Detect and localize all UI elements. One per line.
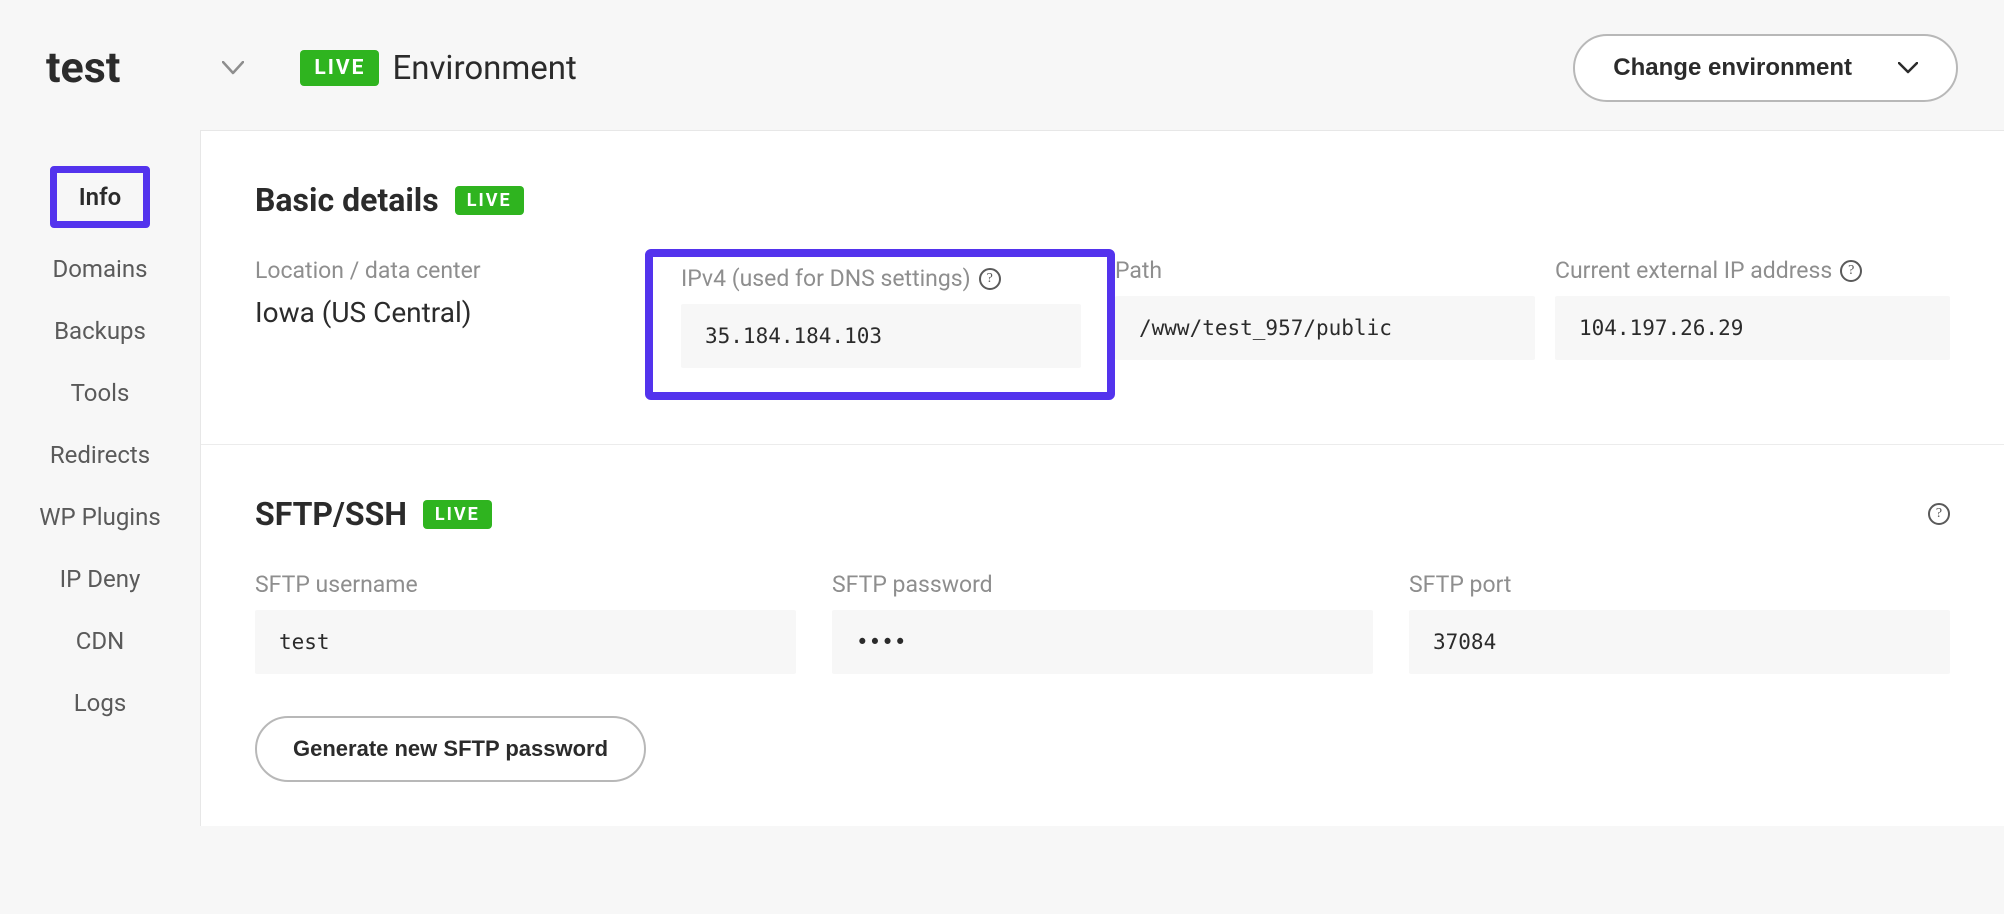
external-ip-value[interactable]: 104.197.26.29 [1555, 296, 1950, 360]
sftp-title: SFTP/SSH [255, 495, 407, 533]
sftp-password-label: SFTP password [832, 571, 1373, 598]
change-environment-label: Change environment [1613, 54, 1852, 82]
location-cell: Location / data center Iowa (US Central) [255, 257, 645, 329]
environment-title: Environment [392, 49, 576, 88]
path-label: Path [1115, 257, 1555, 284]
path-cell: Path /www/test_957/public [1115, 257, 1555, 360]
sftp-port-cell: SFTP port 37084 [1409, 571, 1950, 674]
sftp-password-cell: SFTP password •••• [832, 571, 1373, 674]
location-value: Iowa (US Central) [255, 296, 645, 329]
site-name: test [46, 43, 120, 93]
sidebar-item-backups[interactable]: Backups [20, 302, 180, 360]
external-ip-cell: Current external IP address ? 104.197.26… [1555, 257, 1950, 360]
external-ip-help-icon[interactable]: ? [1840, 260, 1862, 282]
sftp-username-label: SFTP username [255, 571, 796, 598]
environment-badge: LIVE [300, 50, 379, 86]
location-label: Location / data center [255, 257, 645, 284]
sidebar-item-cdn[interactable]: CDN [20, 612, 180, 670]
sidebar-item-tools[interactable]: Tools [20, 364, 180, 422]
sftp-section: SFTP/SSH LIVE ? SFTP username test SFTP … [201, 445, 2004, 826]
main-panel: Basic details LIVE Location / data cente… [200, 130, 2004, 826]
sftp-port-label: SFTP port [1409, 571, 1950, 598]
sidebar-item-domains[interactable]: Domains [20, 240, 180, 298]
sidebar: Info Domains Backups Tools Redirects WP … [0, 130, 200, 826]
basic-details-section: Basic details LIVE Location / data cente… [201, 131, 2004, 445]
site-dropdown-chevron-icon[interactable] [222, 61, 244, 75]
generate-sftp-password-button[interactable]: Generate new SFTP password [255, 716, 646, 782]
ipv4-value[interactable]: 35.184.184.103 [681, 304, 1081, 368]
ipv4-label: IPv4 (used for DNS settings) [681, 265, 971, 292]
sftp-badge: LIVE [423, 500, 492, 529]
sftp-help-icon[interactable]: ? [1928, 503, 1950, 525]
sidebar-item-info[interactable]: Info [50, 166, 150, 228]
sftp-port-value[interactable]: 37084 [1409, 610, 1950, 674]
change-environment-button[interactable]: Change environment [1573, 34, 1958, 102]
page-header: test LIVE Environment Change environment [0, 0, 2004, 130]
external-ip-label: Current external IP address [1555, 257, 1832, 284]
basic-details-title: Basic details [255, 181, 439, 219]
path-value[interactable]: /www/test_957/public [1115, 296, 1535, 360]
ipv4-highlight-box: IPv4 (used for DNS settings) ? 35.184.18… [645, 249, 1115, 400]
sftp-password-value[interactable]: •••• [832, 610, 1373, 674]
chevron-down-icon [1898, 62, 1918, 74]
sidebar-item-logs[interactable]: Logs [20, 674, 180, 732]
ipv4-help-icon[interactable]: ? [979, 268, 1001, 290]
sidebar-item-wp-plugins[interactable]: WP Plugins [20, 488, 180, 546]
sidebar-item-ip-deny[interactable]: IP Deny [20, 550, 180, 608]
sidebar-item-redirects[interactable]: Redirects [20, 426, 180, 484]
basic-details-badge: LIVE [455, 186, 524, 215]
sftp-username-value[interactable]: test [255, 610, 796, 674]
sftp-username-cell: SFTP username test [255, 571, 796, 674]
